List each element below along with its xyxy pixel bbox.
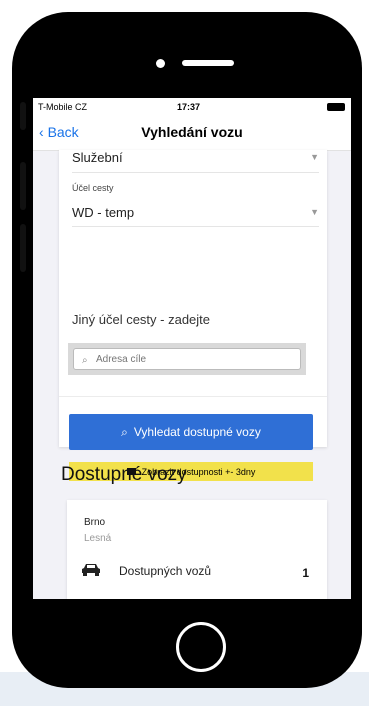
navigation-bar: ‹ Back Vyhledání vozu: [33, 116, 351, 151]
other-purpose-label: Jiný účel cesty - zadejte: [72, 312, 211, 327]
trip-type-select[interactable]: Služební: [72, 150, 123, 165]
result-city: Brno: [84, 517, 106, 528]
result-branch: Lesná: [84, 533, 112, 544]
car-icon: [82, 564, 100, 576]
search-form-card: Služební ▼ Účel cesty WD - temp ▼ Jiný ú…: [59, 150, 327, 481]
address-input[interactable]: [73, 348, 301, 370]
clock: 17:37: [177, 102, 201, 112]
available-cars-count: 1: [302, 566, 309, 580]
result-card[interactable]: Brno Lesná Dostupných vozů 1: [67, 500, 327, 599]
app-screen: T-Mobile CZ 17:37 ‹ Back Vyhledání vozu …: [33, 98, 351, 599]
address-field-wrapper: ⌕: [68, 343, 306, 375]
purpose-select[interactable]: WD - temp: [72, 205, 134, 220]
purpose-label: Účel cesty: [72, 183, 114, 193]
search-icon: ⌕: [82, 355, 88, 366]
divider: [59, 396, 327, 397]
volume-up-button: [20, 162, 26, 210]
search-button-label: Vyhledat dostupné vozy: [133, 425, 261, 439]
carrier-label: T-Mobile CZ: [38, 102, 88, 112]
chevron-down-icon: ▼: [310, 152, 319, 162]
mute-switch: [20, 102, 26, 130]
divider: [72, 172, 319, 173]
speaker-grille: [182, 60, 234, 66]
search-icon: ⌕: [121, 424, 128, 439]
page-title: Vyhledání vozu: [141, 124, 243, 140]
chevron-down-icon: ▼: [310, 207, 319, 217]
divider: [72, 226, 319, 227]
volume-down-button: [20, 224, 26, 272]
available-cars-label: Dostupných vozů: [119, 564, 212, 578]
search-available-cars-button[interactable]: ⌕ Vyhledat dostupné vozy: [69, 414, 313, 450]
results-title: Dostupné vozy: [61, 464, 187, 485]
status-bar: T-Mobile CZ 17:37: [33, 98, 351, 116]
battery-icon: [327, 103, 345, 111]
front-camera: [156, 59, 165, 68]
home-button[interactable]: [176, 622, 226, 672]
